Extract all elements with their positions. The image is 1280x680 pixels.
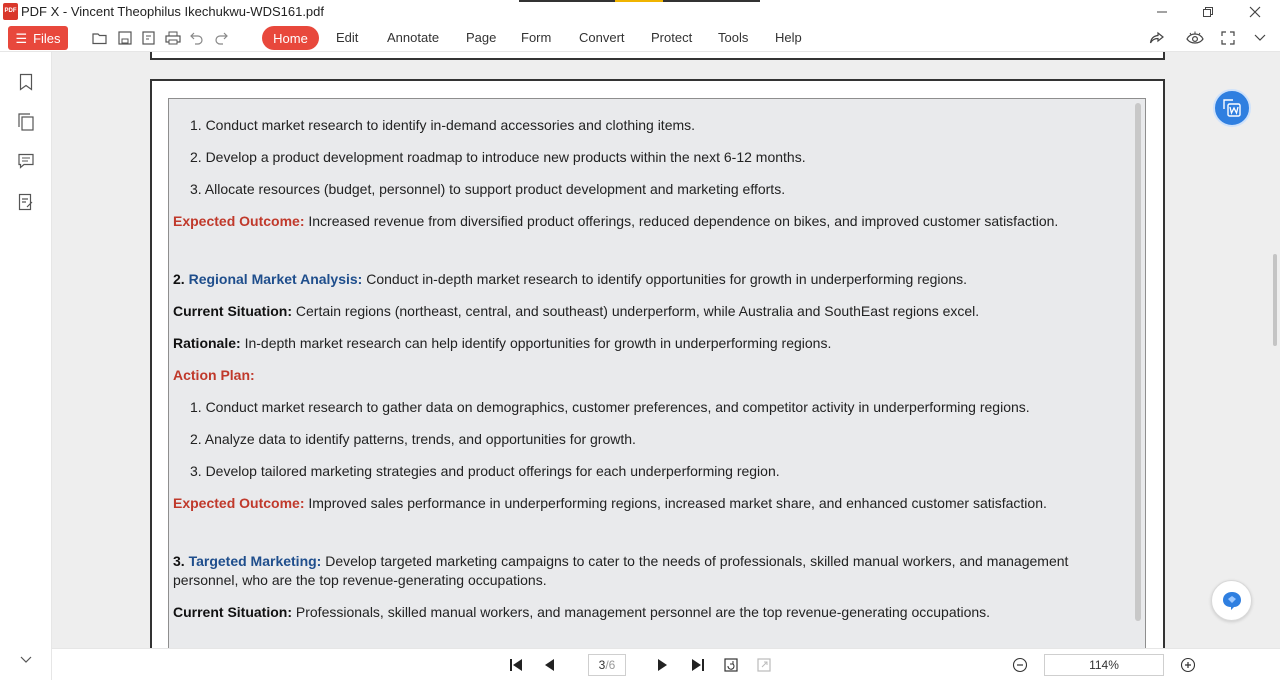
action-plan-label: Action Plan: xyxy=(173,367,255,383)
sidebar-collapse-icon[interactable] xyxy=(16,650,36,670)
list-item: 1. Conduct market research to identify i… xyxy=(190,117,696,133)
share-icon[interactable] xyxy=(1148,29,1166,47)
section-title: Targeted Marketing: xyxy=(188,553,322,569)
current-page: 3 xyxy=(598,658,606,672)
textbox-scrollbar[interactable] xyxy=(1135,103,1141,621)
window-title: PDF X - Vincent Theophilus Ikechukwu-WDS… xyxy=(21,4,324,19)
pdf-to-word-button[interactable] xyxy=(1213,89,1251,127)
zoom-in-icon[interactable] xyxy=(1179,656,1197,674)
current-situation-label: Current Situation: xyxy=(173,604,292,620)
open-folder-icon[interactable] xyxy=(91,29,109,47)
last-page-icon[interactable] xyxy=(689,656,707,674)
section-title: Regional Market Analysis: xyxy=(188,271,363,287)
signature-icon[interactable] xyxy=(16,192,36,212)
current-situation-label: Current Situation: xyxy=(173,303,292,319)
list-item: 2. Develop a product development roadmap… xyxy=(190,149,806,165)
save-as-icon[interactable] xyxy=(140,29,158,47)
close-icon[interactable] xyxy=(1245,2,1265,22)
bookmark-icon[interactable] xyxy=(16,72,36,92)
expected-outcome-label: Expected Outcome: xyxy=(173,495,305,511)
total-pages: 6 xyxy=(608,658,616,672)
list-item: 1. Conduct market research to gather dat… xyxy=(190,399,1030,415)
left-sidebar xyxy=(0,52,52,680)
tab-annotate[interactable]: Annotate xyxy=(387,30,439,45)
rotate-page-icon[interactable] xyxy=(722,656,740,674)
chevron-down-icon[interactable] xyxy=(1251,29,1269,47)
tab-page[interactable]: Page xyxy=(466,30,496,45)
section-number: 3. xyxy=(173,553,189,569)
current-situation-paragraph: Current Situation: Professionals, skille… xyxy=(173,603,990,622)
next-page-icon[interactable] xyxy=(654,656,672,674)
files-button[interactable]: ☰ Files xyxy=(8,26,68,50)
undo-icon[interactable] xyxy=(188,29,206,47)
ai-assistant-icon xyxy=(1222,591,1241,610)
comments-icon[interactable] xyxy=(16,151,36,171)
section-text: Develop targeted marketing campaigns to … xyxy=(321,553,1069,569)
page-number-input[interactable]: 3/6 xyxy=(588,654,626,676)
expected-outcome-text: Improved sales performance in underperfo… xyxy=(304,495,1047,511)
save-icon[interactable] xyxy=(116,29,134,47)
list-item: 2. Analyze data to identify patterns, tr… xyxy=(190,431,636,447)
convert-to-word-icon xyxy=(1223,99,1241,117)
minimize-icon[interactable] xyxy=(1152,2,1172,22)
redo-icon[interactable] xyxy=(212,29,230,47)
zoom-out-icon[interactable] xyxy=(1011,656,1029,674)
app-logo-icon: PDF X xyxy=(3,3,18,31)
menu-icon: ☰ xyxy=(15,30,28,46)
tab-home[interactable]: Home xyxy=(262,26,319,50)
document-scrollbar[interactable] xyxy=(1273,254,1277,346)
tab-form[interactable]: Form xyxy=(521,30,551,45)
main-toolbar: ☰ Files Home Edit Annotate Page Form Con… xyxy=(0,24,1280,52)
list-item: 3. Develop tailored marketing strategies… xyxy=(190,463,780,479)
list-item: 3. Allocate resources (budget, personnel… xyxy=(190,181,786,197)
document-workspace: 1. Conduct market research to identify i… xyxy=(52,52,1280,648)
expected-outcome-label: Expected Outcome: xyxy=(173,213,305,229)
rationale-paragraph: Rationale: In-depth market research can … xyxy=(173,334,831,353)
first-page-icon[interactable] xyxy=(507,656,525,674)
section-number: 2. xyxy=(173,271,189,287)
current-situation-text: Professionals, skilled manual workers, a… xyxy=(292,604,991,620)
expected-outcome-text: Increased revenue from diversified produ… xyxy=(304,213,1059,229)
print-icon[interactable] xyxy=(164,29,182,47)
bottom-navigation-bar: 3/6 114% xyxy=(52,648,1280,680)
rationale-text: In-depth market research can help identi… xyxy=(240,335,832,351)
section-heading: 3. Targeted Marketing: Develop targeted … xyxy=(173,552,1068,571)
tab-tools[interactable]: Tools xyxy=(718,30,748,45)
tab-help[interactable]: Help xyxy=(775,30,802,45)
ai-assistant-button[interactable] xyxy=(1211,580,1252,621)
pdf-page: 1. Conduct market research to identify i… xyxy=(150,79,1165,648)
title-accent-highlight xyxy=(615,0,663,2)
tab-edit[interactable]: Edit xyxy=(336,30,358,45)
files-label: Files xyxy=(33,30,61,46)
current-situation-text: Certain regions (northeast, central, and… xyxy=(292,303,980,319)
previous-page-icon[interactable] xyxy=(540,656,558,674)
restore-icon[interactable] xyxy=(1198,2,1218,22)
rationale-label: Rationale: xyxy=(173,335,241,351)
section-text-continued: personnel, who are the top revenue-gener… xyxy=(173,572,547,588)
tab-convert[interactable]: Convert xyxy=(579,30,625,45)
tab-protect[interactable]: Protect xyxy=(651,30,692,45)
read-mode-icon[interactable] xyxy=(1186,29,1204,47)
fullscreen-icon[interactable] xyxy=(1219,29,1237,47)
text-box[interactable]: 1. Conduct market research to identify i… xyxy=(168,98,1146,648)
section-text: Conduct in-depth market research to iden… xyxy=(362,271,967,287)
previous-page-edge xyxy=(150,52,1165,60)
current-situation-paragraph: Current Situation: Certain regions (nort… xyxy=(173,302,979,321)
expected-outcome-paragraph: Expected Outcome: Improved sales perform… xyxy=(173,494,1047,513)
extract-page-icon[interactable] xyxy=(755,656,773,674)
thumbnails-icon[interactable] xyxy=(16,112,36,132)
expected-outcome-paragraph: Expected Outcome: Increased revenue from… xyxy=(173,212,1058,231)
zoom-level-input[interactable]: 114% xyxy=(1044,654,1164,676)
section-heading: 2. Regional Market Analysis: Conduct in-… xyxy=(173,270,967,289)
title-bar: PDF X PDF X - Vincent Theophilus Ikechuk… xyxy=(0,0,1280,31)
action-plan-heading: Action Plan: xyxy=(173,366,255,385)
